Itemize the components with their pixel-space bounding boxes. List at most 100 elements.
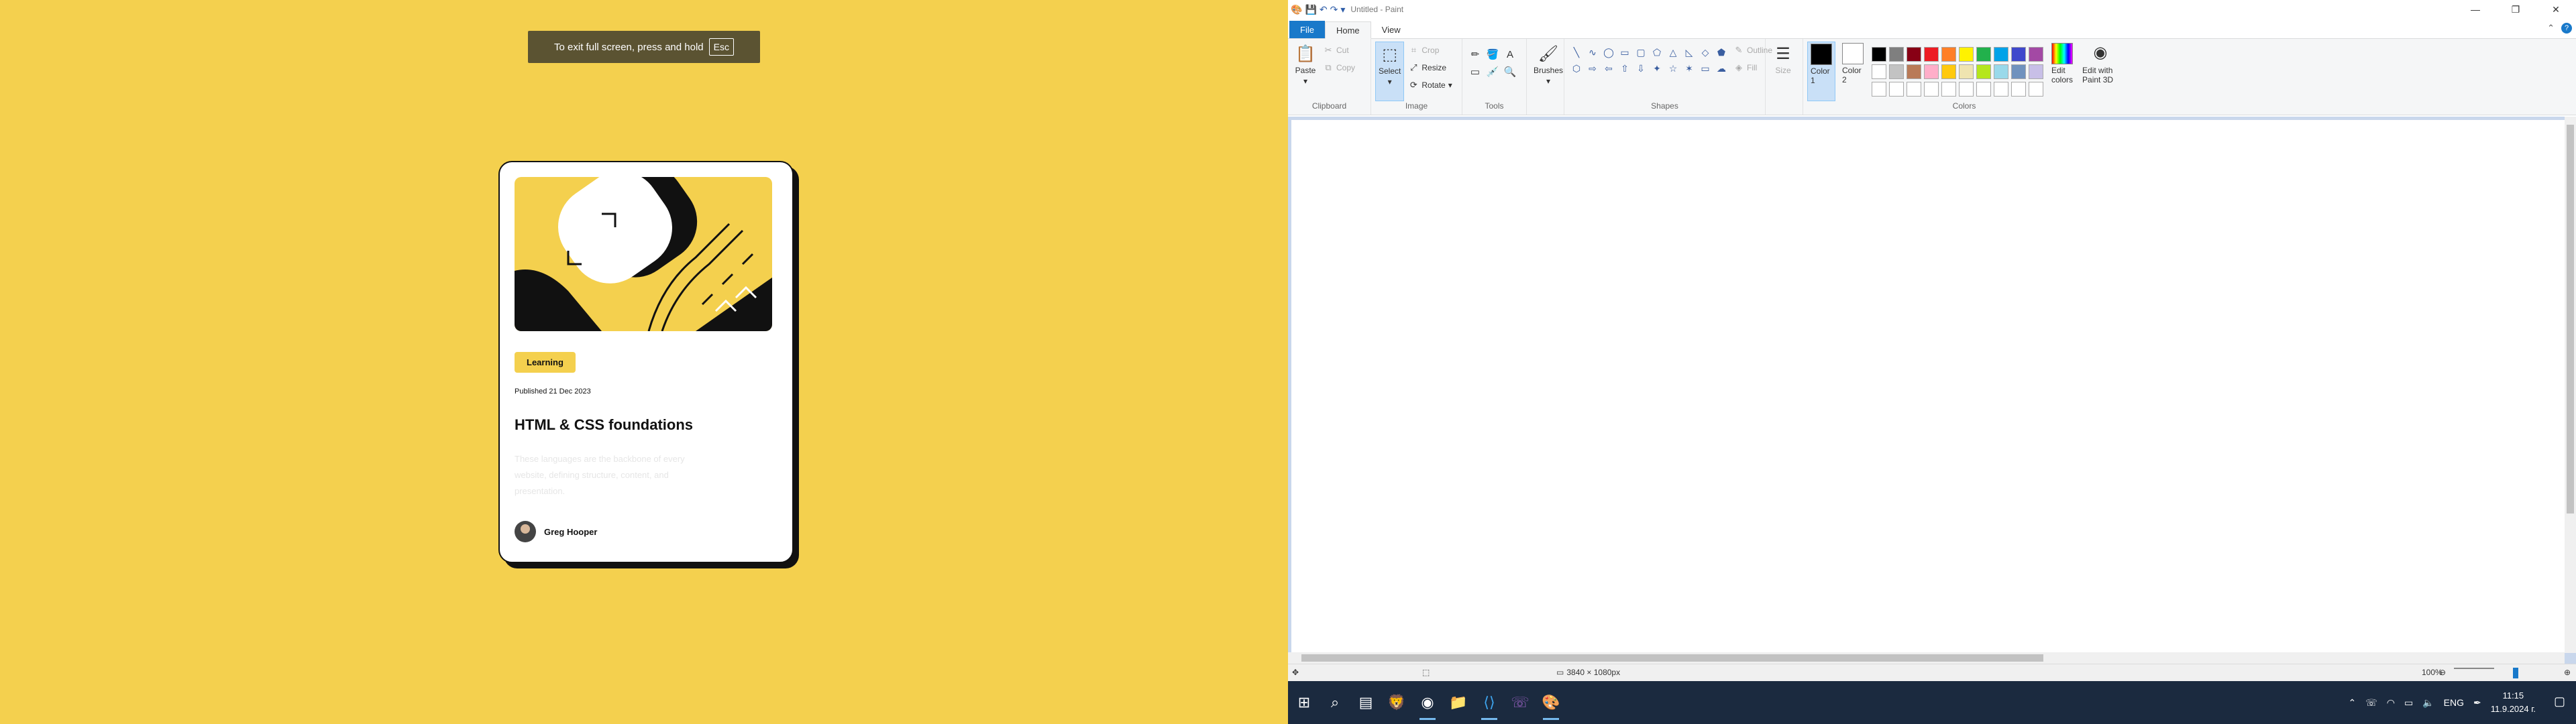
vertical-scrollbar[interactable] <box>2565 117 2576 653</box>
horizontal-scrollbar[interactable] <box>1288 652 2565 664</box>
palette-swatch[interactable] <box>1889 82 1904 97</box>
edit-colors-button[interactable]: Edit colors <box>2049 42 2076 101</box>
brushes-button[interactable]: 🖌 Brushes ▾ <box>1531 42 1566 101</box>
vscode-icon[interactable]: ⟨⟩ <box>1476 689 1503 720</box>
hexagon-shape-icon[interactable]: ⬡ <box>1568 60 1585 76</box>
callout-shape-icon[interactable]: ▭ <box>1697 60 1713 76</box>
star5-shape-icon[interactable]: ☆ <box>1665 60 1681 76</box>
select-button[interactable]: ⬚ Select ▾ <box>1375 42 1405 101</box>
close-button[interactable]: ✕ <box>2536 0 2576 19</box>
triangle-shape-icon[interactable]: △ <box>1665 44 1681 60</box>
zoom-in-icon[interactable]: ⊕ <box>2564 668 2571 677</box>
palette-swatch[interactable] <box>1924 82 1939 97</box>
customize-qa-icon[interactable]: ▾ <box>1340 4 1345 15</box>
help-icon[interactable]: ? <box>2561 23 2572 34</box>
palette-swatch[interactable] <box>1907 82 1921 97</box>
oval-shape-icon[interactable]: ◯ <box>1601 44 1617 60</box>
tab-view[interactable]: View <box>1371 21 1411 38</box>
palette-swatch[interactable] <box>1994 64 2008 79</box>
palette-swatch[interactable] <box>2011 47 2026 62</box>
palette-swatch[interactable] <box>2029 82 2043 97</box>
rotate-button[interactable]: ⟳ Rotate ▾ <box>1408 78 1452 93</box>
crop-button[interactable]: ⌗ Crop <box>1408 43 1452 58</box>
maximize-button[interactable]: ❐ <box>2496 0 2536 19</box>
zoom-slider-thumb[interactable] <box>2513 668 2518 678</box>
undo-icon[interactable]: ↶ <box>1320 4 1328 15</box>
palette-swatch[interactable] <box>1994 47 2008 62</box>
palette-swatch[interactable] <box>1941 64 1956 79</box>
zoom-out-icon[interactable]: ⊖ <box>2439 668 2446 677</box>
palette-swatch[interactable] <box>2029 64 2043 79</box>
magnifier-icon[interactable]: 🔍 <box>1501 63 1519 80</box>
file-explorer-icon[interactable]: 📁 <box>1445 689 1472 716</box>
palette-swatch[interactable] <box>2011 64 2026 79</box>
rounded-rectangle-shape-icon[interactable]: ▢ <box>1633 44 1649 60</box>
brave-browser-icon[interactable]: 🦁 <box>1383 689 1410 716</box>
palette-swatch[interactable] <box>1959 47 1974 62</box>
palette-swatch[interactable] <box>1872 64 1886 79</box>
arrow-left-shape-icon[interactable]: ⇦ <box>1601 60 1617 76</box>
arrow-right-shape-icon[interactable]: ⇨ <box>1585 60 1601 76</box>
card-title[interactable]: HTML & CSS foundations <box>515 416 777 434</box>
drawing-canvas[interactable] <box>1291 120 2569 653</box>
color-picker-icon[interactable]: 💉 <box>1484 63 1501 80</box>
palette-swatch[interactable] <box>1907 64 1921 79</box>
viber-tray-icon[interactable]: ☏ <box>2365 697 2377 709</box>
palette-swatch[interactable] <box>1976 64 1991 79</box>
size-button[interactable]: ☰ Size <box>1770 42 1796 101</box>
redo-icon[interactable]: ↷ <box>1330 4 1338 15</box>
tab-file[interactable]: File <box>1289 21 1325 38</box>
palette-swatch[interactable] <box>1889 47 1904 62</box>
pencil-icon[interactable]: ✏ <box>1466 46 1484 63</box>
collapse-ribbon-icon[interactable]: ⌃ <box>2547 23 2555 34</box>
polygon-shape-icon[interactable]: ⬠ <box>1649 44 1665 60</box>
text-icon[interactable]: A <box>1501 46 1519 63</box>
palette-swatch[interactable] <box>1959 64 1974 79</box>
pen-icon[interactable]: ✒ <box>2473 697 2481 709</box>
arrow-down-shape-icon[interactable]: ⇩ <box>1633 60 1649 76</box>
star4-shape-icon[interactable]: ✦ <box>1649 60 1665 76</box>
start-icon[interactable]: ⊞ <box>1291 689 1318 716</box>
horizontal-scroll-thumb[interactable] <box>1301 654 2043 662</box>
tab-home[interactable]: Home <box>1324 21 1371 39</box>
palette-swatch[interactable] <box>1907 47 1921 62</box>
cloud-shape-icon[interactable]: ☁ <box>1713 60 1729 76</box>
color1-button[interactable]: Color 1 <box>1807 42 1835 101</box>
curve-shape-icon[interactable]: ∿ <box>1585 44 1601 60</box>
minimize-button[interactable]: — <box>2455 0 2496 19</box>
rectangle-shape-icon[interactable]: ▭ <box>1617 44 1633 60</box>
notifications-icon[interactable]: ▢ <box>2554 695 2565 709</box>
star6-shape-icon[interactable]: ✶ <box>1681 60 1697 76</box>
clock[interactable]: 11:15 11.9.2024 г. <box>2491 689 2536 716</box>
palette-swatch[interactable] <box>1941 47 1956 62</box>
palette-swatch[interactable] <box>1872 47 1886 62</box>
volume-icon[interactable]: 🔈 <box>2422 697 2434 709</box>
palette-swatch[interactable] <box>1924 47 1939 62</box>
show-hidden-icons-icon[interactable]: ⌃ <box>2349 697 2357 709</box>
network-icon[interactable]: ◠ <box>2387 697 2395 709</box>
viber-icon[interactable]: ☏ <box>1507 689 1534 716</box>
palette-swatch[interactable] <box>1994 82 2008 97</box>
palette-swatch[interactable] <box>1959 82 1974 97</box>
right-triangle-shape-icon[interactable]: ◺ <box>1681 44 1697 60</box>
language-indicator[interactable]: ENG <box>2444 697 2464 708</box>
arrow-up-shape-icon[interactable]: ⇧ <box>1617 60 1633 76</box>
vertical-scroll-thumb[interactable] <box>2567 125 2574 514</box>
chrome-icon[interactable]: ◉ <box>1414 689 1441 720</box>
palette-swatch[interactable] <box>2011 82 2026 97</box>
save-icon[interactable]: 💾 <box>1305 4 1316 15</box>
paste-button[interactable]: 📋 Paste ▾ <box>1292 42 1319 101</box>
palette-swatch[interactable] <box>1889 64 1904 79</box>
eraser-icon[interactable]: ▭ <box>1466 63 1484 80</box>
diamond-shape-icon[interactable]: ◇ <box>1697 44 1713 60</box>
palette-swatch[interactable] <box>1976 47 1991 62</box>
resize-button[interactable]: ⤢ Resize <box>1408 60 1452 75</box>
pentagon-shape-icon[interactable]: ⬟ <box>1713 44 1729 60</box>
cut-button[interactable]: ✂ Cut <box>1323 43 1355 58</box>
palette-swatch[interactable] <box>1976 82 1991 97</box>
paint3d-button[interactable]: ◉ Edit with Paint 3D <box>2080 42 2121 101</box>
color2-button[interactable]: Color 2 <box>1839 42 1866 101</box>
battery-icon[interactable]: ▭ <box>2404 697 2413 709</box>
task-view-icon[interactable]: ▤ <box>1352 689 1379 716</box>
palette-swatch[interactable] <box>1872 82 1886 97</box>
